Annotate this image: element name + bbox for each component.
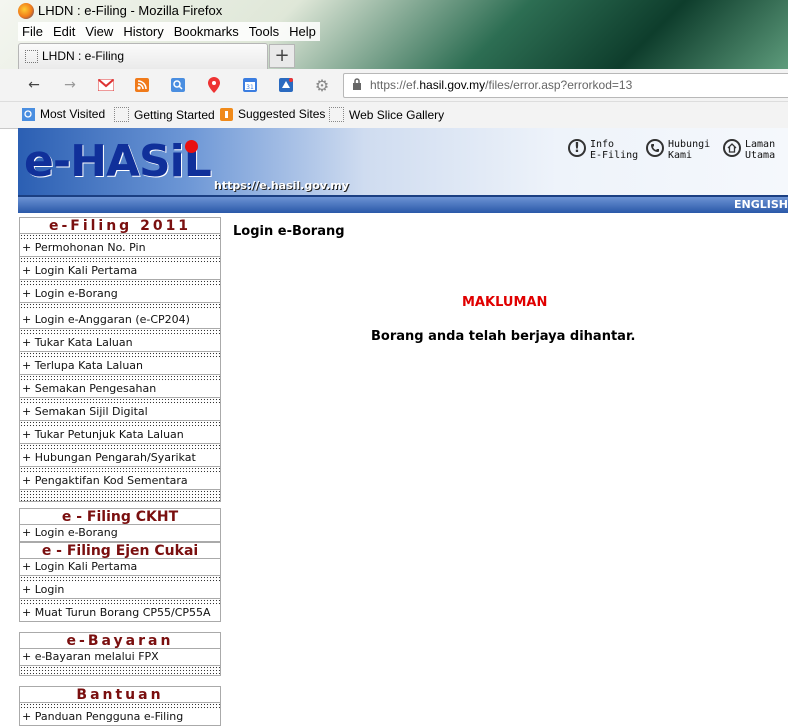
page-favicon-icon [25, 50, 38, 63]
bookmark-label: Web Slice Gallery [349, 107, 445, 122]
section-title-e-bayaran: e-Bayaran [19, 632, 221, 649]
sidebar-item-e-bayaran-fpx[interactable]: + e-Bayaran melalui FPX [19, 649, 221, 666]
e-hasil-logo[interactable]: e-HASiL [24, 140, 212, 184]
bookmark-web-slice-gallery[interactable]: Web Slice Gallery [329, 107, 444, 122]
phone-icon [646, 139, 664, 157]
window-title: LHDN : e-Filing - Mozilla Firefox [38, 3, 223, 18]
back-arrow-icon[interactable]: ← [26, 77, 42, 93]
forward-arrow-icon[interactable]: → [62, 77, 78, 93]
sidebar-item-permohonan-pin[interactable]: + Permohonan No. Pin [19, 240, 221, 257]
sidebar-item-tukar-kata-laluan[interactable]: + Tukar Kata Laluan [19, 335, 221, 352]
notice-heading: MAKLUMAN [462, 295, 548, 310]
info-efiling-link[interactable]: ! Info E-Filing [568, 139, 638, 161]
menu-help[interactable]: Help [289, 24, 316, 39]
english-language-link[interactable]: ENGLISH [734, 198, 788, 211]
bookmark-most-visited[interactable]: Most Visited [22, 107, 105, 121]
bookmark-getting-started[interactable]: Getting Started [114, 107, 215, 122]
info-efiling-label: Info E-Filing [590, 139, 639, 161]
page-title: Login e-Borang [233, 224, 345, 239]
bookmarks-toolbar: Most Visited Getting Started Suggested S… [0, 102, 788, 129]
tab-strip: LHDN : e-Filing + [0, 43, 788, 69]
sidebar-item-login-kali-pertama[interactable]: + Login Kali Pertama [19, 263, 221, 280]
sidebar-item-semakan-pengesahan[interactable]: + Semakan Pengesahan [19, 381, 221, 398]
page-icon [114, 107, 129, 122]
banner-url: https://e.hasil.gov.my [214, 179, 349, 192]
suggested-sites-icon [220, 107, 233, 121]
sidebar-item-terlupa-kata-laluan[interactable]: + Terlupa Kata Laluan [19, 358, 221, 375]
url-path: /files/error.asp?errorkod=13 [485, 78, 633, 92]
hubungi-kami-label: Hubungi Kami [668, 139, 711, 161]
search-icon[interactable] [170, 77, 186, 93]
menu-view[interactable]: View [85, 24, 113, 39]
laman-utama-link[interactable]: Laman Utama [723, 139, 775, 161]
most-visited-icon [22, 107, 35, 121]
sidebar-item-semakan-sijil-digital[interactable]: + Semakan Sijil Digital [19, 404, 221, 421]
gear-icon[interactable]: ⚙ [314, 76, 330, 95]
sidebar-item-ckht-login-e-borang[interactable]: + Login e-Borang [19, 525, 221, 542]
tab-lhdn[interactable]: LHDN : e-Filing [18, 43, 268, 69]
svg-text:31: 31 [246, 84, 254, 91]
map-pin-icon[interactable] [206, 77, 222, 93]
drive-icon[interactable] [278, 77, 294, 93]
bookmark-suggested-sites[interactable]: Suggested Sites [220, 107, 325, 121]
dotted-divider [19, 666, 221, 676]
sidebar-item-login-e-anggaran[interactable]: + Login e-Anggaran (e-CP204) [19, 309, 221, 329]
address-bar[interactable]: https://ef.hasil.gov.my/files/error.asp?… [343, 73, 788, 98]
section-title-ejen-cukai: e - Filing Ejen Cukai [19, 542, 221, 559]
menu-bar: File Edit View History Bookmarks Tools H… [18, 22, 320, 41]
firefox-logo-icon [18, 3, 34, 19]
navigation-toolbar: ← → 31 ⚙ https://ef.hasil.gov.my/files/e… [0, 69, 788, 102]
sidebar-item-tukar-petunjuk[interactable]: + Tukar Petunjuk Kata Laluan [19, 427, 221, 444]
url-text: https://ef.hasil.gov.my/files/error.asp?… [370, 78, 632, 92]
tab-label: LHDN : e-Filing [42, 49, 125, 63]
site-banner: e-HASiL https://e.hasil.gov.my ! Info E-F… [18, 128, 788, 195]
sidebar-item-panduan-pengguna[interactable]: + Panduan Pengguna e-Filing [19, 709, 221, 726]
menu-bookmarks[interactable]: Bookmarks [174, 24, 239, 39]
dotted-divider [19, 490, 221, 502]
menu-tools[interactable]: Tools [249, 24, 279, 39]
info-icon: ! [568, 139, 586, 157]
bookmark-label: Getting Started [134, 107, 215, 122]
sidebar-item-muat-turun-borang[interactable]: + Muat Turun Borang CP55/CP55A [19, 605, 221, 622]
bookmark-label: Most Visited [40, 107, 106, 121]
section-title-ckht: e - Filing CKHT [19, 508, 221, 525]
menu-edit[interactable]: Edit [53, 24, 75, 39]
menu-history[interactable]: History [123, 24, 163, 39]
sidebar-item-ejen-login[interactable]: + Login [19, 582, 221, 599]
sidebar-item-ejen-login-kali-pertama[interactable]: + Login Kali Pertama [19, 559, 221, 576]
sidebar-item-hubungan-pengarah[interactable]: + Hubungan Pengarah/Syarikat [19, 450, 221, 467]
rss-feed-icon[interactable] [134, 77, 150, 93]
success-message: Borang anda telah berjaya dihantar. [371, 329, 636, 344]
url-prefix: https://ef. [370, 78, 420, 92]
sidebar-menu: e-Filing 2011 + Permohonan No. Pin + Log… [19, 217, 221, 726]
window-titlebar: LHDN : e-Filing - Mozilla Firefox [0, 0, 788, 22]
home-icon [723, 139, 741, 157]
section-title-efiling: e-Filing 2011 [19, 217, 221, 234]
section-title-bantuan: Bantuan [19, 686, 221, 703]
sidebar-item-login-e-borang[interactable]: + Login e-Borang [19, 286, 221, 303]
gmail-icon[interactable] [98, 77, 114, 93]
page-icon [329, 107, 344, 122]
laman-utama-label: Laman Utama [745, 139, 776, 161]
bookmark-label: Suggested Sites [238, 107, 326, 121]
new-tab-button[interactable]: + [269, 44, 295, 68]
url-domain: hasil.gov.my [419, 78, 486, 92]
lock-icon [353, 78, 361, 90]
menu-file[interactable]: File [22, 24, 43, 39]
logo-red-dot [185, 140, 198, 153]
sidebar-item-pengaktifan-kod[interactable]: + Pengaktifan Kod Sementara [19, 473, 221, 490]
language-bar: ENGLISH [18, 195, 788, 213]
calendar-icon[interactable]: 31 [242, 77, 258, 93]
hubungi-kami-link[interactable]: Hubungi Kami [646, 139, 710, 161]
